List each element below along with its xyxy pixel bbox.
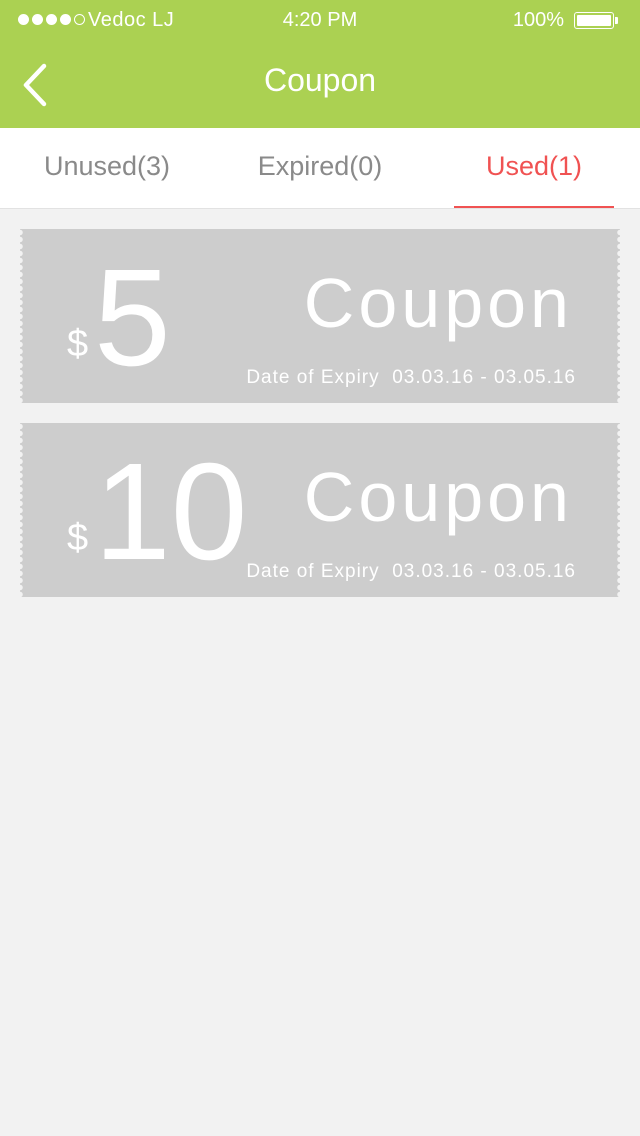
active-tab-indicator	[454, 206, 614, 208]
status-bar: Vedoc LJ 4:20 PM 100%	[0, 0, 640, 40]
tab-unused[interactable]: Unused(3)	[20, 128, 194, 208]
coupon-expiry: Date of Expiry 03.03.16 - 03.05.16	[246, 367, 576, 388]
coupon-label: Coupon	[303, 458, 573, 536]
app-header: Vedoc LJ 4:20 PM 100% Coupon	[0, 0, 640, 128]
battery-tip	[615, 17, 618, 24]
tab-expired[interactable]: Expired(0)	[232, 128, 408, 208]
coupon-expiry: Date of Expiry 03.03.16 - 03.05.16	[246, 561, 576, 582]
battery-percentage: 100%	[512, 9, 564, 31]
coupon-label: Coupon	[303, 264, 573, 342]
perforated-edge	[20, 229, 28, 403]
tab-bar: Unused(3) Expired(0) Used(1)	[0, 128, 640, 209]
coupon-amount: 10	[94, 435, 248, 589]
page-title: Coupon	[263, 62, 377, 98]
coupon-card[interactable]: $ 5 Coupon Date of Expiry 03.03.16 - 03.…	[20, 229, 620, 403]
tab-used[interactable]: Used(1)	[454, 128, 614, 208]
coupon-card[interactable]: $ 10 Coupon Date of Expiry 03.03.16 - 03…	[20, 423, 620, 597]
perforated-edge	[612, 229, 620, 403]
perforated-edge	[20, 423, 28, 597]
perforated-edge	[612, 423, 620, 597]
coupon-amount: 5	[94, 241, 171, 395]
coupon-currency: $	[67, 323, 89, 365]
coupon-currency: $	[67, 517, 89, 559]
battery-icon	[574, 12, 614, 29]
